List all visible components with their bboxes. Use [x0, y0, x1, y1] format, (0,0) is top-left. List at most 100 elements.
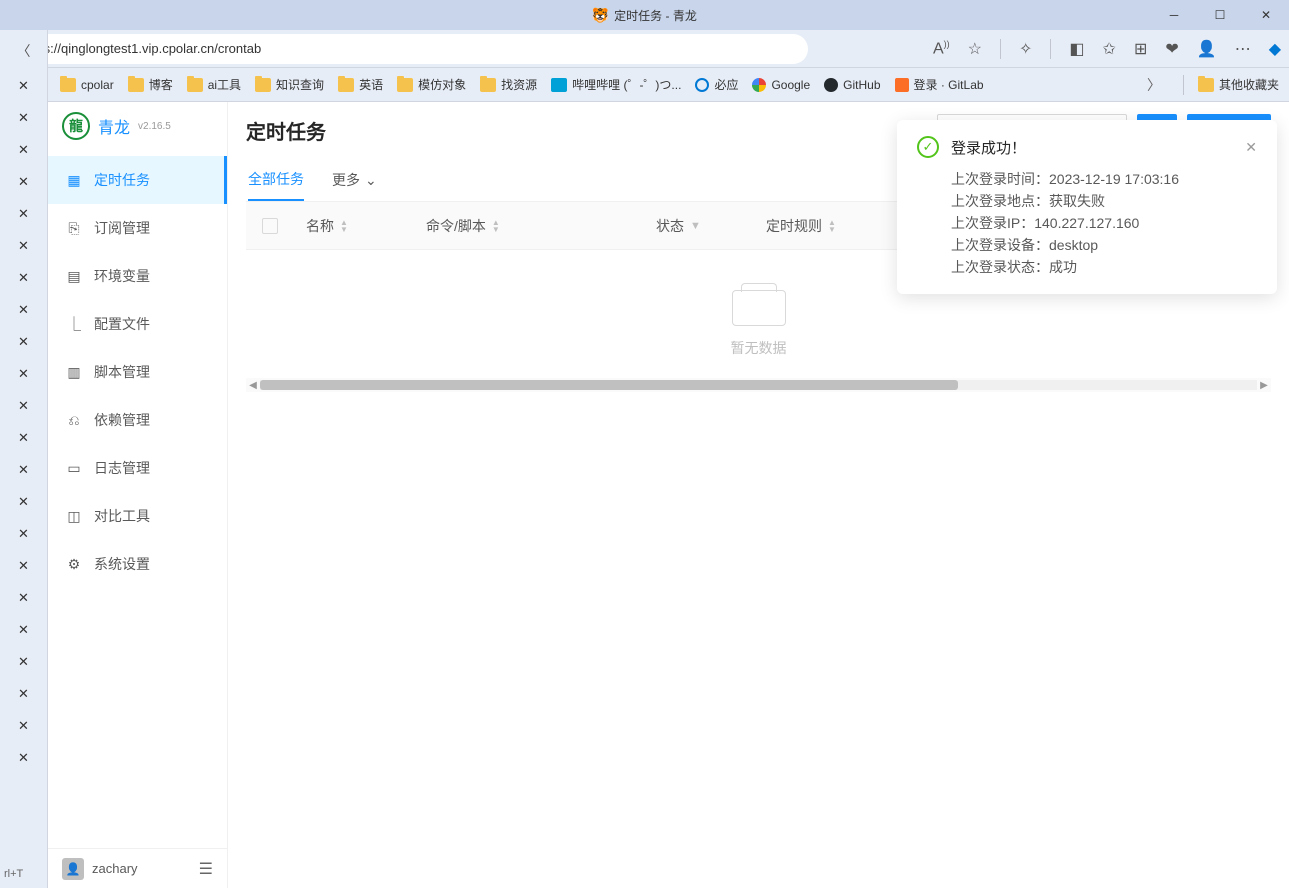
- notification-body: 上次登录时间：2023-12-19 17:03:16 上次登录地点：获取失败 上…: [917, 168, 1257, 278]
- filter-icon: ▼: [690, 220, 701, 232]
- scroll-left-icon[interactable]: ◀: [246, 380, 260, 391]
- sort-icon: ▲▼: [828, 219, 836, 233]
- tab-close-6[interactable]: ✕: [0, 230, 47, 262]
- github-icon: [824, 78, 838, 92]
- sidebar-menu: ▦定时任务 ⎘订阅管理 ▤环境变量 ⎿配置文件 ▥脚本管理 ⎌依赖管理 ▭日志管…: [48, 150, 227, 848]
- bookmark-english[interactable]: 英语: [338, 76, 383, 93]
- tab-close-14[interactable]: ✕: [0, 486, 47, 518]
- success-check-icon: ✓: [917, 136, 939, 158]
- sidebar-item-scripts[interactable]: ▥脚本管理: [48, 348, 227, 396]
- folder-icon: [60, 78, 76, 92]
- col-cron[interactable]: 定时规则▲▼: [754, 216, 904, 236]
- tab-close-8[interactable]: ✕: [0, 294, 47, 326]
- bookmark-other[interactable]: 其他收藏夹: [1198, 76, 1279, 93]
- tab-close-15[interactable]: ✕: [0, 518, 47, 550]
- profile-icon[interactable]: 👤: [1197, 39, 1217, 59]
- favorite-icon[interactable]: ☆: [968, 39, 982, 59]
- select-all-checkbox[interactable]: [262, 218, 278, 234]
- bookmark-imitate[interactable]: 模仿对象: [397, 76, 466, 93]
- tab-close-20[interactable]: ✕: [0, 678, 47, 710]
- schedule-icon: ▦: [66, 172, 82, 188]
- sidebar: 龍 青龙 v2.16.5 ▦定时任务 ⎘订阅管理 ▤环境变量 ⎿配置文件 ▥脚本…: [48, 102, 228, 888]
- bookmark-overflow-icon[interactable]: 〉: [1147, 75, 1161, 95]
- bookmark-resources[interactable]: 找资源: [480, 76, 537, 93]
- collections-icon[interactable]: ⊞: [1134, 39, 1147, 59]
- sidebar-item-subscribe[interactable]: ⎘订阅管理: [48, 204, 227, 252]
- read-aloud-icon[interactable]: A)): [933, 39, 950, 58]
- empty-inbox-icon: [732, 290, 786, 326]
- tab-close-17[interactable]: ✕: [0, 582, 47, 614]
- tab-close-4[interactable]: ✕: [0, 166, 47, 198]
- app-favicon-icon: 🐯: [592, 7, 608, 23]
- bookmarks-bar: cpolar 博客 ai工具 知识查询 英语 模仿对象 找资源 哔哩哔哩 (゜-…: [0, 68, 1289, 102]
- sidebar-item-logs[interactable]: ▭日志管理: [48, 444, 227, 492]
- separator: [1050, 39, 1051, 59]
- tab-close-7[interactable]: ✕: [0, 262, 47, 294]
- window-close-button[interactable]: ✕: [1243, 0, 1289, 30]
- tab-close-10[interactable]: ✕: [0, 358, 47, 390]
- tab-close-22[interactable]: ✕: [0, 742, 47, 774]
- sidebar-item-settings[interactable]: ⚙系统设置: [48, 540, 227, 588]
- bilibili-icon: [551, 78, 567, 92]
- tab-close-21[interactable]: ✕: [0, 710, 47, 742]
- tab-close-2[interactable]: ✕: [0, 102, 47, 134]
- bookmark-google[interactable]: Google: [752, 78, 810, 92]
- chevron-down-icon: ⌄: [365, 172, 377, 189]
- sort-icon: ▲▼: [492, 219, 500, 233]
- col-cmd[interactable]: 命令/脚本▲▼: [414, 216, 644, 236]
- tab-close-5[interactable]: ✕: [0, 198, 47, 230]
- extensions-icon[interactable]: ✧: [1019, 39, 1032, 59]
- bookmark-aitools[interactable]: ai工具: [187, 76, 241, 93]
- horizontal-scrollbar[interactable]: ◀ ▶: [246, 378, 1271, 392]
- logo-row: 龍 青龙 v2.16.5: [48, 102, 227, 150]
- col-status[interactable]: 状态▼: [644, 216, 754, 236]
- url-input[interactable]: https://qinglongtest1.vip.cpolar.cn/cron…: [8, 34, 808, 64]
- sidebar-item-deps[interactable]: ⎌依赖管理: [48, 396, 227, 444]
- tab-close-9[interactable]: ✕: [0, 326, 47, 358]
- folder-icon: [397, 78, 413, 92]
- sort-icon: ▲▼: [340, 219, 348, 233]
- sidebar-icon[interactable]: ◧: [1069, 39, 1084, 59]
- folder-icon: [480, 78, 496, 92]
- performance-icon[interactable]: ❤: [1165, 39, 1178, 59]
- folder-icon: [128, 78, 144, 92]
- username: zachary: [92, 861, 191, 876]
- folder-icon: [255, 78, 271, 92]
- bookmark-gitlab[interactable]: 登录 · GitLab: [895, 76, 984, 93]
- favorites-star-icon[interactable]: ✩: [1103, 39, 1116, 59]
- more-icon[interactable]: ⋯: [1235, 39, 1251, 59]
- window-maximize-button[interactable]: ☐: [1197, 0, 1243, 30]
- sidebar-item-crontab[interactable]: ▦定时任务: [48, 156, 227, 204]
- tab-close-13[interactable]: ✕: [0, 454, 47, 486]
- scroll-right-icon[interactable]: ▶: [1257, 380, 1271, 391]
- tab-close-18[interactable]: ✕: [0, 614, 47, 646]
- bookmark-bilibili[interactable]: 哔哩哔哩 (゜-゜)つ...: [551, 76, 681, 93]
- tab-close-19[interactable]: ✕: [0, 646, 47, 678]
- tab-close-11[interactable]: ✕: [0, 390, 47, 422]
- copilot-icon[interactable]: ◆: [1269, 39, 1281, 59]
- sidebar-footer: 👤 zachary ☰: [48, 848, 227, 888]
- sidebar-item-config[interactable]: ⎿配置文件: [48, 300, 227, 348]
- sidebar-item-env[interactable]: ▤环境变量: [48, 252, 227, 300]
- tab-close-12[interactable]: ✕: [0, 422, 47, 454]
- notification-close-button[interactable]: ✕: [1245, 139, 1257, 156]
- tab-close-16[interactable]: ✕: [0, 550, 47, 582]
- bookmark-github[interactable]: GitHub: [824, 78, 880, 92]
- tabstrip-back-button[interactable]: 〈: [0, 36, 47, 66]
- tab-all[interactable]: 全部任务: [248, 159, 304, 201]
- window-titlebar: 🐯 定时任务 - 青龙 ─ ☐ ✕: [0, 0, 1289, 30]
- bookmark-cpolar[interactable]: cpolar: [60, 78, 114, 92]
- bookmark-knowledge[interactable]: 知识查询: [255, 76, 324, 93]
- scrollbar-thumb[interactable]: [260, 380, 958, 390]
- subscribe-icon: ⎘: [66, 220, 82, 236]
- tab-more[interactable]: 更多⌄: [332, 160, 377, 200]
- avatar-icon: 👤: [62, 858, 84, 880]
- tab-close-3[interactable]: ✕: [0, 134, 47, 166]
- bookmark-blog[interactable]: 博客: [128, 76, 173, 93]
- tab-close-1[interactable]: ✕: [0, 70, 47, 102]
- col-name[interactable]: 名称▲▼: [294, 216, 414, 236]
- sidebar-item-diff[interactable]: ◫对比工具: [48, 492, 227, 540]
- collapse-sidebar-icon[interactable]: ☰: [199, 859, 213, 879]
- window-minimize-button[interactable]: ─: [1151, 0, 1197, 30]
- bookmark-bing[interactable]: 必应: [695, 76, 738, 93]
